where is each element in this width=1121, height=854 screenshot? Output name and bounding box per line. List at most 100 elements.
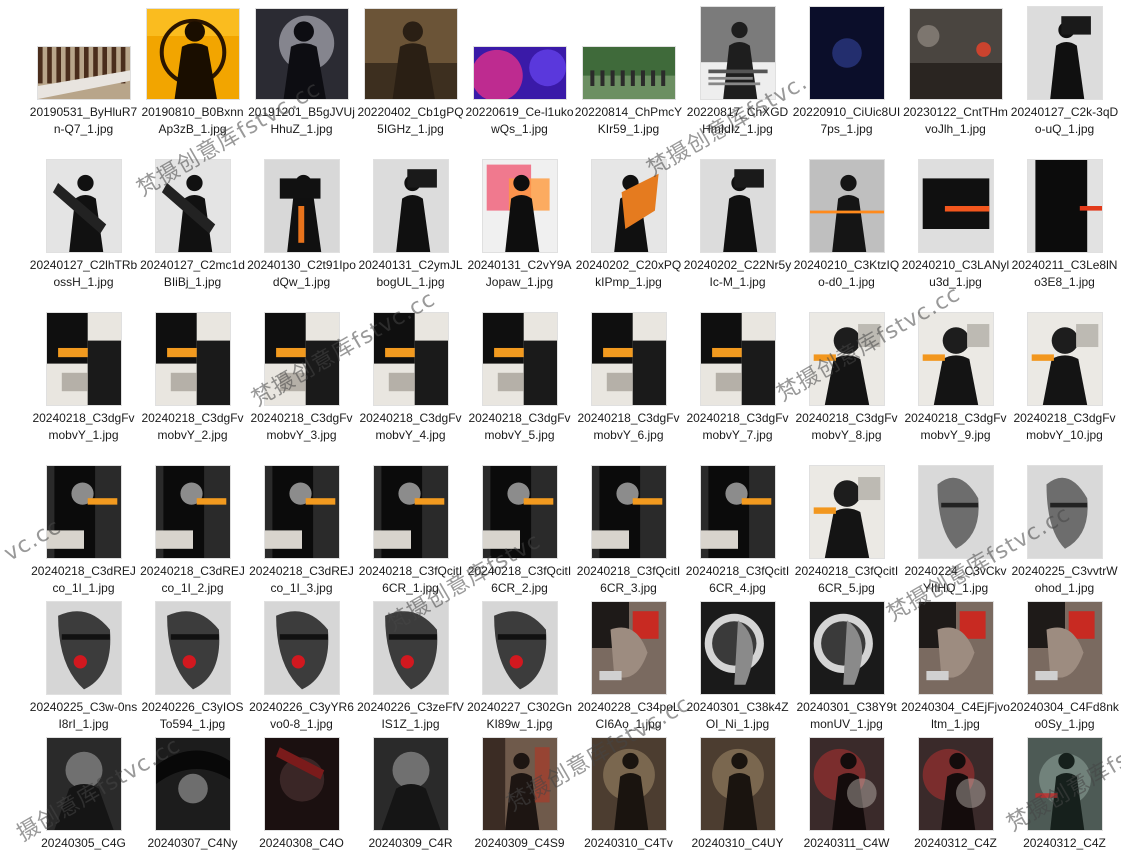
image-thumbnail[interactable] bbox=[591, 602, 666, 694]
image-thumbnail[interactable] bbox=[809, 602, 884, 694]
image-thumbnail[interactable] bbox=[700, 466, 775, 558]
image-thumbnail[interactable] bbox=[373, 160, 448, 252]
image-thumbnail[interactable] bbox=[46, 466, 121, 558]
file-name-label: 20240309_C4R bbox=[368, 836, 453, 850]
thumbnail-frame bbox=[574, 602, 683, 694]
image-thumbnail[interactable] bbox=[809, 313, 884, 405]
image-thumbnail[interactable] bbox=[918, 466, 993, 558]
image-thumbnail[interactable] bbox=[1027, 738, 1102, 830]
thumbnail-frame bbox=[792, 466, 901, 558]
image-thumbnail[interactable] bbox=[809, 160, 884, 252]
image-thumbnail[interactable] bbox=[1027, 7, 1102, 99]
file-name-label: 20240226_C3zeFfVIS1Z_1.jpg bbox=[357, 700, 464, 731]
image-thumbnail[interactable] bbox=[918, 602, 993, 694]
file-name-label: 20240218_C3dgFvmobvY_2.jpg bbox=[141, 411, 244, 442]
image-thumbnail[interactable] bbox=[1027, 313, 1102, 405]
thumbnail-frame bbox=[1010, 602, 1119, 694]
image-thumbnail[interactable] bbox=[700, 738, 775, 830]
thumbnail-frame bbox=[901, 313, 1010, 405]
image-thumbnail[interactable] bbox=[155, 313, 230, 405]
image-thumbnail[interactable] bbox=[700, 602, 775, 694]
image-thumbnail[interactable] bbox=[482, 602, 557, 694]
image-thumbnail[interactable] bbox=[1027, 602, 1102, 694]
image-thumbnail[interactable] bbox=[37, 47, 130, 99]
image-thumbnail[interactable] bbox=[918, 738, 993, 830]
file-name-label: 20240218_C3dREJco_1I_1.jpg bbox=[31, 564, 136, 595]
file-name-label: 20240226_C3yYR6vo0-8_1.jpg bbox=[249, 700, 354, 731]
image-thumbnail[interactable] bbox=[809, 7, 884, 99]
image-thumbnail[interactable] bbox=[482, 313, 557, 405]
image-thumbnail[interactable] bbox=[264, 738, 339, 830]
image-thumbnail[interactable] bbox=[364, 9, 457, 99]
image-thumbnail[interactable] bbox=[1027, 160, 1102, 252]
image-thumbnail[interactable] bbox=[809, 466, 884, 558]
thumbnail-frame bbox=[465, 738, 574, 830]
image-thumbnail[interactable] bbox=[155, 160, 230, 252]
thumbnail-frame bbox=[465, 466, 574, 558]
image-thumbnail[interactable] bbox=[918, 313, 993, 405]
file-name-label: 20240301_C38Y9tmonUV_1.jpg bbox=[796, 700, 897, 731]
image-thumbnail[interactable] bbox=[591, 160, 666, 252]
thumbnail-frame bbox=[247, 738, 356, 830]
file-name-label: 20240218_C3dgFvmobvY_5.jpg bbox=[468, 411, 571, 442]
image-thumbnail[interactable] bbox=[909, 9, 1002, 99]
image-thumbnail[interactable] bbox=[700, 313, 775, 405]
file-name-label: 20240218_C3dgFvmobvY_7.jpg bbox=[686, 411, 789, 442]
file-name-label: 20220619_Ce-l1ukowQs_1.jpg bbox=[465, 105, 574, 136]
thumbnail-frame bbox=[465, 313, 574, 405]
thumbnail-frame bbox=[792, 313, 901, 405]
image-thumbnail[interactable] bbox=[264, 602, 339, 694]
thumbnail-frame bbox=[138, 160, 247, 252]
image-thumbnail[interactable] bbox=[146, 9, 239, 99]
image-thumbnail[interactable] bbox=[155, 602, 230, 694]
image-thumbnail[interactable] bbox=[591, 466, 666, 558]
image-thumbnail[interactable] bbox=[264, 313, 339, 405]
thumbnail-frame bbox=[1010, 466, 1119, 558]
image-thumbnail[interactable] bbox=[46, 160, 121, 252]
thumbnail-frame bbox=[356, 7, 465, 99]
image-thumbnail[interactable] bbox=[155, 738, 230, 830]
thumbnail-frame bbox=[901, 160, 1010, 252]
image-thumbnail[interactable] bbox=[255, 9, 348, 99]
image-thumbnail[interactable] bbox=[700, 7, 775, 99]
image-thumbnail[interactable] bbox=[482, 738, 557, 830]
file-name-label: 20240218_C3fQcitI6CR_1.jpg bbox=[358, 564, 463, 595]
image-thumbnail[interactable] bbox=[373, 602, 448, 694]
image-thumbnail[interactable] bbox=[1027, 466, 1102, 558]
image-thumbnail[interactable] bbox=[46, 602, 121, 694]
image-thumbnail[interactable] bbox=[591, 738, 666, 830]
thumbnail-frame bbox=[683, 738, 792, 830]
file-name-label: 20240225_C3vvtrWohod_1.jpg bbox=[1011, 564, 1118, 595]
thumbnail-frame bbox=[465, 602, 574, 694]
image-thumbnail[interactable] bbox=[918, 160, 993, 252]
thumbnail-frame bbox=[683, 466, 792, 558]
file-name-label: 20240309_C4S9 bbox=[474, 836, 565, 850]
file-name-label: 20240227_C302GnKI89w_1.jpg bbox=[467, 700, 572, 731]
image-thumbnail[interactable] bbox=[482, 466, 557, 558]
thumbnail-frame bbox=[683, 313, 792, 405]
image-thumbnail[interactable] bbox=[473, 47, 566, 99]
file-name-label: 20220814_ChPmcYKIr59_1.jpg bbox=[574, 105, 683, 136]
file-name-label: 20240210_C3LANylu3d_1.jpg bbox=[901, 258, 1010, 289]
image-thumbnail[interactable] bbox=[373, 466, 448, 558]
file-name-label: 20240225_C3w-0nsI8rI_1.jpg bbox=[29, 700, 138, 731]
image-thumbnail[interactable] bbox=[264, 160, 339, 252]
image-thumbnail[interactable] bbox=[373, 313, 448, 405]
image-thumbnail[interactable] bbox=[591, 313, 666, 405]
image-thumbnail[interactable] bbox=[264, 466, 339, 558]
thumbnail-frame bbox=[792, 160, 901, 252]
image-thumbnail[interactable] bbox=[700, 160, 775, 252]
image-thumbnail[interactable] bbox=[582, 47, 675, 99]
image-thumbnail[interactable] bbox=[155, 466, 230, 558]
image-thumbnail[interactable] bbox=[373, 738, 448, 830]
thumbnail-frame bbox=[356, 738, 465, 830]
image-thumbnail[interactable] bbox=[809, 738, 884, 830]
image-thumbnail[interactable] bbox=[46, 738, 121, 830]
thumbnail-frame bbox=[247, 466, 356, 558]
image-thumbnail[interactable] bbox=[482, 160, 557, 252]
thumbnail-frame bbox=[574, 466, 683, 558]
image-thumbnail[interactable] bbox=[46, 313, 121, 405]
file-name-label: 20240218_C3dgFvmobvY_1.jpg bbox=[32, 411, 135, 442]
thumbnail-frame bbox=[247, 313, 356, 405]
thumbnail-frame bbox=[683, 7, 792, 99]
